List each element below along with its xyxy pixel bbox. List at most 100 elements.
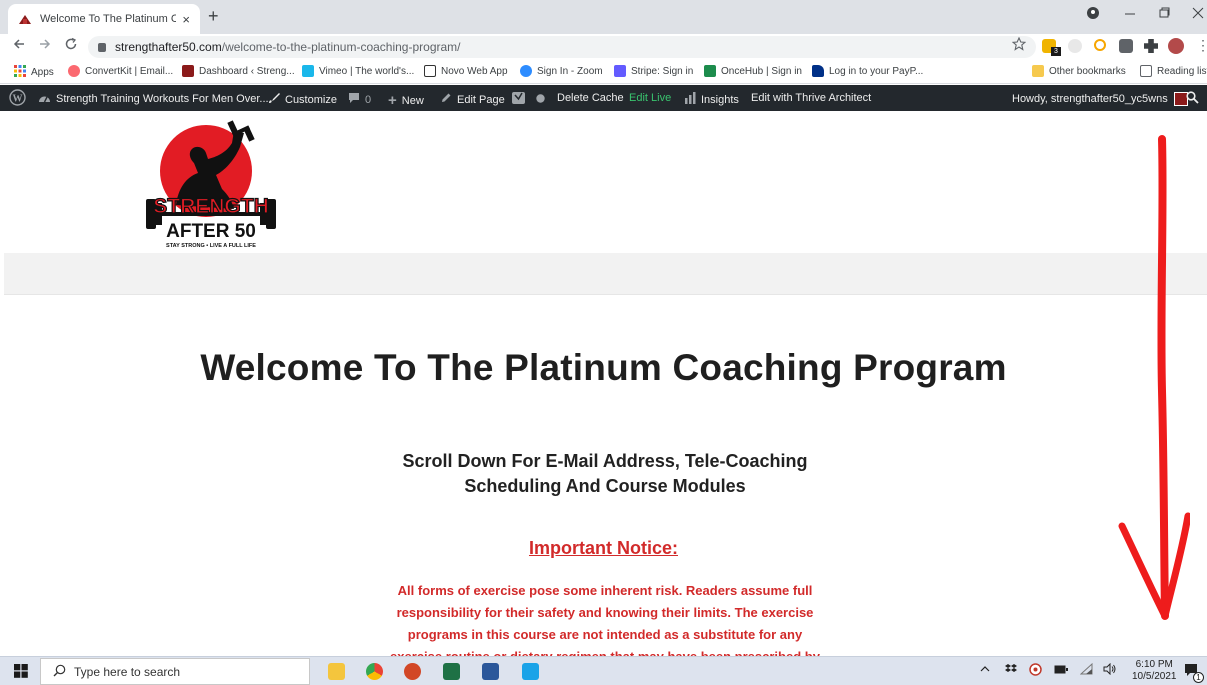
pencil-icon bbox=[440, 92, 452, 107]
browser-menu-icon[interactable]: ⋮ bbox=[1196, 36, 1207, 54]
bookmark-apps[interactable]: Apps bbox=[14, 65, 54, 80]
wp-customize[interactable]: Customize bbox=[268, 92, 337, 107]
folder-icon bbox=[1032, 65, 1044, 77]
dashboard-gauge-icon bbox=[38, 92, 51, 106]
reading-list[interactable]: Reading list bbox=[1140, 65, 1207, 77]
scroll-down-arrow-annotation bbox=[1118, 135, 1190, 620]
seo-status-dot-icon bbox=[536, 94, 545, 103]
subtitle-line-1: Scroll Down For E-Mail Address, Tele-Coa… bbox=[402, 451, 808, 471]
wp-delete-cache[interactable]: Delete Cache bbox=[557, 92, 624, 104]
wifi-icon[interactable] bbox=[1079, 662, 1093, 678]
brush-icon bbox=[268, 92, 280, 107]
site-nav-band bbox=[4, 253, 1207, 295]
page-subtitle: Scroll Down For E-Mail Address, Tele-Coa… bbox=[350, 449, 860, 499]
forward-icon[interactable] bbox=[38, 37, 52, 56]
svg-text:W: W bbox=[13, 94, 23, 105]
notice-text: All forms of exercise pose some inherent… bbox=[390, 583, 820, 656]
wp-edit-live[interactable]: Edit Live bbox=[629, 92, 671, 104]
other-bookmarks[interactable]: Other bookmarks bbox=[1032, 65, 1126, 77]
search-icon bbox=[53, 664, 66, 680]
file-explorer-icon[interactable] bbox=[328, 663, 345, 680]
profile-menu-icon[interactable] bbox=[1086, 6, 1100, 23]
wp-insights[interactable]: Insights bbox=[684, 92, 739, 107]
address-bar[interactable]: strengthafter50.com/welcome-to-the-plati… bbox=[88, 36, 1036, 58]
novo-icon bbox=[424, 65, 436, 77]
stripe-icon bbox=[614, 65, 626, 77]
paypal-icon bbox=[812, 65, 824, 77]
clock-time: 6:10 PM bbox=[1135, 659, 1173, 670]
bookmark-dashboard[interactable]: Dashboard ‹ Streng... bbox=[182, 65, 295, 77]
dropbox-icon[interactable] bbox=[1005, 664, 1017, 678]
notification-count-badge: 1 bbox=[1193, 672, 1204, 683]
wp-howdy-account[interactable]: Howdy, strengthafter50_yc5wns bbox=[1012, 92, 1188, 106]
battery-icon[interactable] bbox=[1054, 665, 1068, 677]
logo-word-after50: AFTER 50 bbox=[166, 221, 256, 242]
site-logo[interactable]: STRENGTH AFTER 50 STAY STRONG • LIVE A F… bbox=[136, 119, 286, 249]
screen: Welcome To The Platinum Coach × + stre bbox=[0, 0, 1207, 685]
url-domain: strengthafter50.com bbox=[115, 40, 222, 54]
logo-word-strength: STRENGTH bbox=[153, 195, 269, 218]
subtitle-line-2: Scheduling And Course Modules bbox=[464, 476, 746, 496]
store-app-icon[interactable] bbox=[522, 663, 539, 680]
notice-heading: Important Notice: bbox=[528, 538, 678, 558]
volume-icon[interactable] bbox=[1103, 662, 1117, 678]
wp-admin-bar: W Strength Training Workouts For Men Ove… bbox=[0, 85, 1207, 111]
back-icon[interactable] bbox=[12, 37, 26, 56]
wp-search-icon[interactable] bbox=[1186, 91, 1199, 104]
avatar[interactable] bbox=[1168, 38, 1184, 54]
extension-mail-icon[interactable] bbox=[1119, 39, 1133, 53]
reload-icon[interactable] bbox=[64, 37, 78, 56]
restore-icon[interactable] bbox=[1158, 6, 1170, 23]
apps-grid-icon bbox=[14, 65, 26, 80]
word-icon[interactable] bbox=[482, 663, 499, 680]
wordpress-logo-icon[interactable]: W bbox=[9, 89, 26, 106]
convertkit-icon bbox=[68, 65, 80, 77]
minimize-icon[interactable] bbox=[1124, 6, 1136, 23]
wp-edit-page[interactable]: Edit Page bbox=[440, 92, 505, 107]
plus-icon: + bbox=[388, 92, 397, 109]
excel-icon[interactable] bbox=[443, 663, 460, 680]
extension-badge: 3 bbox=[1051, 47, 1061, 56]
page-title: Welcome To The Platinum Coaching Program bbox=[200, 347, 1007, 388]
bar-chart-icon bbox=[684, 92, 696, 107]
bookmark-vimeo[interactable]: Vimeo | The world's... bbox=[302, 65, 414, 77]
wp-edit-thrive[interactable]: Edit with Thrive Architect bbox=[751, 92, 871, 104]
chrome-icon[interactable] bbox=[366, 663, 383, 680]
new-tab-button[interactable]: + bbox=[208, 6, 219, 26]
extension-grey-icon[interactable] bbox=[1068, 39, 1082, 53]
bookmark-paypal[interactable]: Log in to your PayP... bbox=[812, 65, 923, 77]
yoast-seo-icon[interactable] bbox=[512, 92, 525, 104]
zoom-icon bbox=[520, 65, 532, 77]
tab-strip: Welcome To The Platinum Coach × + bbox=[0, 0, 1207, 34]
wp-site-name[interactable]: Strength Training Workouts For Men Over.… bbox=[38, 92, 269, 106]
wp-new[interactable]: + New bbox=[388, 92, 424, 109]
extension-key-icon[interactable] bbox=[1094, 39, 1106, 51]
powerpoint-icon[interactable] bbox=[404, 663, 421, 680]
bookmark-oncehub[interactable]: OnceHub | Sign in bbox=[704, 65, 802, 77]
tray-chevron-up-icon[interactable] bbox=[980, 664, 990, 677]
extensions-puzzle-icon[interactable] bbox=[1144, 39, 1158, 53]
bookmark-zoom[interactable]: Sign In - Zoom bbox=[520, 65, 603, 77]
tab-close-icon[interactable]: × bbox=[182, 12, 190, 27]
bookmarks-bar: Apps ConvertKit | Email... Dashboard ‹ S… bbox=[0, 60, 1207, 84]
dashboard-icon bbox=[182, 65, 194, 77]
tab-active[interactable]: Welcome To The Platinum Coach × bbox=[8, 4, 200, 34]
comment-bubble-icon bbox=[348, 92, 360, 107]
bookmark-convertkit[interactable]: ConvertKit | Email... bbox=[68, 65, 173, 77]
vimeo-icon bbox=[302, 65, 314, 77]
close-window-icon[interactable] bbox=[1192, 6, 1204, 23]
url-path: /welcome-to-the-platinum-coaching-progra… bbox=[221, 40, 461, 54]
taskbar-search-input[interactable]: Type here to search bbox=[40, 658, 310, 685]
bookmark-novo[interactable]: Novo Web App bbox=[424, 65, 508, 77]
windows-start-icon[interactable] bbox=[14, 664, 28, 683]
bookmark-star-icon[interactable] bbox=[1011, 36, 1027, 56]
wp-comments[interactable]: 0 bbox=[348, 92, 371, 107]
page-content: STRENGTH AFTER 50 STAY STRONG • LIVE A F… bbox=[0, 111, 1207, 656]
tray-app-red-icon[interactable] bbox=[1029, 663, 1042, 679]
bookmark-stripe[interactable]: Stripe: Sign in bbox=[614, 65, 693, 77]
tab-title: Welcome To The Platinum Coach bbox=[40, 13, 177, 25]
browser-toolbar: strengthafter50.com/welcome-to-the-plati… bbox=[0, 34, 1207, 60]
site-favicon-icon bbox=[18, 13, 32, 25]
clock[interactable]: 6:10 PM 10/5/2021 bbox=[1132, 659, 1177, 683]
oncehub-icon bbox=[704, 65, 716, 77]
